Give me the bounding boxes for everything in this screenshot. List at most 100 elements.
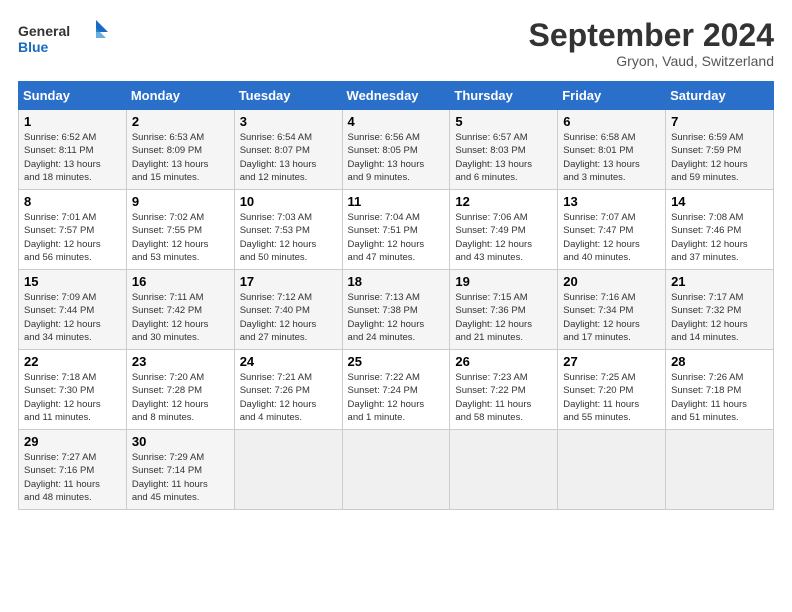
calendar-cell: 16 Sunrise: 7:11 AM Sunset: 7:42 PM Dayli… <box>126 270 234 350</box>
title-area: September 2024 Gryon, Vaud, Switzerland <box>529 18 774 69</box>
day-number: 20 <box>563 274 660 289</box>
day-info: Sunrise: 7:17 AM Sunset: 7:32 PM Dayligh… <box>671 291 768 344</box>
day-info: Sunrise: 7:25 AM Sunset: 7:20 PM Dayligh… <box>563 371 660 424</box>
day-number: 21 <box>671 274 768 289</box>
calendar-cell <box>450 430 558 510</box>
day-number: 26 <box>455 354 552 369</box>
calendar-cell: 29Sunrise: 7:27 AM Sunset: 7:16 PM Dayli… <box>19 430 127 510</box>
day-info: Sunrise: 7:03 AM Sunset: 7:53 PM Dayligh… <box>240 211 337 264</box>
day-info: Sunrise: 7:18 AM Sunset: 7:30 PM Dayligh… <box>24 371 121 424</box>
calendar-header-row: SundayMondayTuesdayWednesdayThursdayFrid… <box>19 82 774 110</box>
calendar-cell: 18 Sunrise: 7:13 AM Sunset: 7:38 PM Dayli… <box>342 270 450 350</box>
header-cell-wednesday: Wednesday <box>342 82 450 110</box>
page-container: General Blue September 2024 Gryon, Vaud,… <box>0 0 792 520</box>
calendar-cell: 2Sunrise: 6:53 AM Sunset: 8:09 PM Daylig… <box>126 110 234 190</box>
calendar-cell: 21 Sunrise: 7:17 AM Sunset: 7:32 PM Dayli… <box>666 270 774 350</box>
day-number: 5 <box>455 114 552 129</box>
day-info: Sunrise: 7:09 AM Sunset: 7:44 PM Dayligh… <box>24 291 121 344</box>
day-number: 6 <box>563 114 660 129</box>
day-info: Sunrise: 6:53 AM Sunset: 8:09 PM Dayligh… <box>132 131 229 184</box>
calendar-week-2: 8Sunrise: 7:01 AM Sunset: 7:57 PM Daylig… <box>19 190 774 270</box>
header-cell-thursday: Thursday <box>450 82 558 110</box>
day-number: 13 <box>563 194 660 209</box>
day-info: Sunrise: 6:52 AM Sunset: 8:11 PM Dayligh… <box>24 131 121 184</box>
calendar-cell: 9 Sunrise: 7:02 AM Sunset: 7:55 PM Daylig… <box>126 190 234 270</box>
calendar-cell: 3 Sunrise: 6:54 AM Sunset: 8:07 PM Daylig… <box>234 110 342 190</box>
day-info: Sunrise: 6:54 AM Sunset: 8:07 PM Dayligh… <box>240 131 337 184</box>
day-number: 18 <box>348 274 445 289</box>
day-number: 24 <box>240 354 337 369</box>
calendar-cell: 24 Sunrise: 7:21 AM Sunset: 7:26 PM Dayli… <box>234 350 342 430</box>
calendar-table: SundayMondayTuesdayWednesdayThursdayFrid… <box>18 81 774 510</box>
header-cell-sunday: Sunday <box>19 82 127 110</box>
day-info: Sunrise: 7:26 AM Sunset: 7:18 PM Dayligh… <box>671 371 768 424</box>
calendar-week-3: 15Sunrise: 7:09 AM Sunset: 7:44 PM Dayli… <box>19 270 774 350</box>
calendar-cell: 20 Sunrise: 7:16 AM Sunset: 7:34 PM Dayli… <box>558 270 666 350</box>
calendar-cell: 22 Sunrise: 7:18 AM Sunset: 7:30 PM Dayli… <box>19 350 127 430</box>
calendar-week-1: 1 Sunrise: 6:52 AM Sunset: 8:11 PM Daylig… <box>19 110 774 190</box>
day-number: 9 <box>132 194 229 209</box>
calendar-cell: 26Sunrise: 7:23 AM Sunset: 7:22 PM Dayli… <box>450 350 558 430</box>
day-info: Sunrise: 7:27 AM Sunset: 7:16 PM Dayligh… <box>24 451 121 504</box>
day-number: 11 <box>348 194 445 209</box>
day-info: Sunrise: 7:01 AM Sunset: 7:57 PM Dayligh… <box>24 211 121 264</box>
calendar-cell: 27 Sunrise: 7:25 AM Sunset: 7:20 PM Dayli… <box>558 350 666 430</box>
calendar-cell: 28 Sunrise: 7:26 AM Sunset: 7:18 PM Dayli… <box>666 350 774 430</box>
svg-text:General: General <box>18 23 70 39</box>
svg-text:Blue: Blue <box>18 39 49 55</box>
calendar-week-5: 29Sunrise: 7:27 AM Sunset: 7:16 PM Dayli… <box>19 430 774 510</box>
day-number: 17 <box>240 274 337 289</box>
day-info: Sunrise: 6:58 AM Sunset: 8:01 PM Dayligh… <box>563 131 660 184</box>
calendar-cell: 23 Sunrise: 7:20 AM Sunset: 7:28 PM Dayli… <box>126 350 234 430</box>
day-number: 12 <box>455 194 552 209</box>
logo: General Blue <box>18 18 108 58</box>
header-cell-monday: Monday <box>126 82 234 110</box>
calendar-cell <box>558 430 666 510</box>
day-info: Sunrise: 7:04 AM Sunset: 7:51 PM Dayligh… <box>348 211 445 264</box>
day-number: 10 <box>240 194 337 209</box>
day-info: Sunrise: 7:02 AM Sunset: 7:55 PM Dayligh… <box>132 211 229 264</box>
day-number: 3 <box>240 114 337 129</box>
month-title: September 2024 <box>529 18 774 53</box>
day-info: Sunrise: 7:11 AM Sunset: 7:42 PM Dayligh… <box>132 291 229 344</box>
day-number: 27 <box>563 354 660 369</box>
day-info: Sunrise: 7:13 AM Sunset: 7:38 PM Dayligh… <box>348 291 445 344</box>
day-number: 28 <box>671 354 768 369</box>
calendar-cell <box>234 430 342 510</box>
day-info: Sunrise: 7:20 AM Sunset: 7:28 PM Dayligh… <box>132 371 229 424</box>
day-number: 22 <box>24 354 121 369</box>
day-number: 14 <box>671 194 768 209</box>
day-info: Sunrise: 7:07 AM Sunset: 7:47 PM Dayligh… <box>563 211 660 264</box>
day-number: 19 <box>455 274 552 289</box>
day-info: Sunrise: 6:57 AM Sunset: 8:03 PM Dayligh… <box>455 131 552 184</box>
calendar-cell: 15Sunrise: 7:09 AM Sunset: 7:44 PM Dayli… <box>19 270 127 350</box>
day-info: Sunrise: 7:22 AM Sunset: 7:24 PM Dayligh… <box>348 371 445 424</box>
calendar-cell: 4Sunrise: 6:56 AM Sunset: 8:05 PM Daylig… <box>342 110 450 190</box>
day-number: 23 <box>132 354 229 369</box>
calendar-cell: 13 Sunrise: 7:07 AM Sunset: 7:47 PM Dayli… <box>558 190 666 270</box>
calendar-cell: 19Sunrise: 7:15 AM Sunset: 7:36 PM Dayli… <box>450 270 558 350</box>
day-info: Sunrise: 7:21 AM Sunset: 7:26 PM Dayligh… <box>240 371 337 424</box>
day-info: Sunrise: 6:59 AM Sunset: 7:59 PM Dayligh… <box>671 131 768 184</box>
calendar-cell <box>666 430 774 510</box>
calendar-week-4: 22 Sunrise: 7:18 AM Sunset: 7:30 PM Dayli… <box>19 350 774 430</box>
day-info: Sunrise: 7:16 AM Sunset: 7:34 PM Dayligh… <box>563 291 660 344</box>
calendar-cell: 30Sunrise: 7:29 AM Sunset: 7:14 PM Dayli… <box>126 430 234 510</box>
day-number: 16 <box>132 274 229 289</box>
calendar-cell: 11 Sunrise: 7:04 AM Sunset: 7:51 PM Dayli… <box>342 190 450 270</box>
calendar-cell: 14Sunrise: 7:08 AM Sunset: 7:46 PM Dayli… <box>666 190 774 270</box>
header: General Blue September 2024 Gryon, Vaud,… <box>18 18 774 69</box>
day-info: Sunrise: 7:12 AM Sunset: 7:40 PM Dayligh… <box>240 291 337 344</box>
calendar-cell <box>342 430 450 510</box>
header-cell-saturday: Saturday <box>666 82 774 110</box>
header-cell-tuesday: Tuesday <box>234 82 342 110</box>
calendar-cell: 8Sunrise: 7:01 AM Sunset: 7:57 PM Daylig… <box>19 190 127 270</box>
calendar-cell: 1 Sunrise: 6:52 AM Sunset: 8:11 PM Daylig… <box>19 110 127 190</box>
calendar-cell: 7 Sunrise: 6:59 AM Sunset: 7:59 PM Daylig… <box>666 110 774 190</box>
location-subtitle: Gryon, Vaud, Switzerland <box>529 53 774 69</box>
calendar-cell: 10 Sunrise: 7:03 AM Sunset: 7:53 PM Dayli… <box>234 190 342 270</box>
day-number: 25 <box>348 354 445 369</box>
day-number: 7 <box>671 114 768 129</box>
day-number: 1 <box>24 114 121 129</box>
day-number: 4 <box>348 114 445 129</box>
